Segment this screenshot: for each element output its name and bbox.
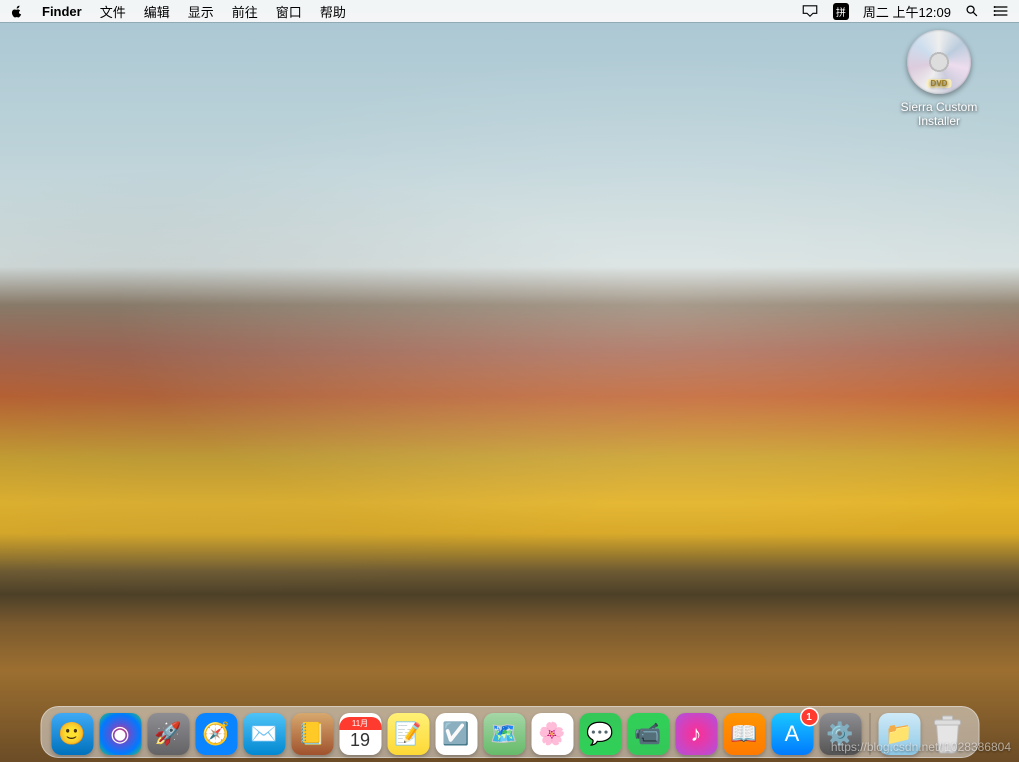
dock-itunes[interactable]: ♪ — [675, 713, 717, 755]
input-method-icon[interactable]: 拼 — [833, 3, 849, 20]
apple-menu-icon[interactable] — [10, 4, 24, 18]
dock-maps[interactable]: 🗺️ — [483, 713, 525, 755]
dock-appstore[interactable]: A1 — [771, 713, 813, 755]
menubar-datetime[interactable]: 周二 上午12:09 — [863, 2, 951, 21]
dock-finder[interactable]: 🙂 — [51, 713, 93, 755]
dock-contacts[interactable]: 📒 — [291, 713, 333, 755]
notification-center-icon[interactable] — [993, 4, 1009, 18]
menu-go[interactable]: 前往 — [232, 2, 258, 21]
menu-edit[interactable]: 编辑 — [144, 2, 170, 21]
desktop-wallpaper — [0, 0, 1019, 762]
desktop-item-label: Sierra Custom Installer — [889, 100, 989, 128]
menu-bar: Finder 文件 编辑 显示 前往 窗口 帮助 拼 周二 上午12:09 — [0, 0, 1019, 22]
watermark-text: https://blog.csdn.net/l1028386804 — [831, 740, 1011, 754]
menu-window[interactable]: 窗口 — [276, 2, 302, 21]
dock-siri[interactable]: ◉ — [99, 713, 141, 755]
dock-photos[interactable]: 🌸 — [531, 713, 573, 755]
dock-calendar[interactable]: 11月19 — [339, 713, 381, 755]
dock-notes[interactable]: 📝 — [387, 713, 429, 755]
dvd-disc-icon — [907, 30, 971, 94]
desktop-item-dvd[interactable]: Sierra Custom Installer — [889, 30, 989, 128]
dock-launchpad[interactable]: 🚀 — [147, 713, 189, 755]
menu-help[interactable]: 帮助 — [320, 2, 346, 21]
calendar-month: 11月 — [339, 717, 381, 730]
dock-safari[interactable]: 🧭 — [195, 713, 237, 755]
dock-messages[interactable]: 💬 — [579, 713, 621, 755]
dock-ibooks[interactable]: 📖 — [723, 713, 765, 755]
menu-file[interactable]: 文件 — [100, 2, 126, 21]
menu-view[interactable]: 显示 — [188, 2, 214, 21]
dock-facetime[interactable]: 📹 — [627, 713, 669, 755]
airplay-icon[interactable] — [801, 4, 819, 18]
calendar-day: 19 — [350, 730, 370, 752]
appstore-badge: 1 — [801, 709, 817, 725]
dock-reminders[interactable]: ☑️ — [435, 713, 477, 755]
app-name[interactable]: Finder — [42, 4, 82, 19]
dock-mail[interactable]: ✉️ — [243, 713, 285, 755]
spotlight-icon[interactable] — [965, 4, 979, 18]
